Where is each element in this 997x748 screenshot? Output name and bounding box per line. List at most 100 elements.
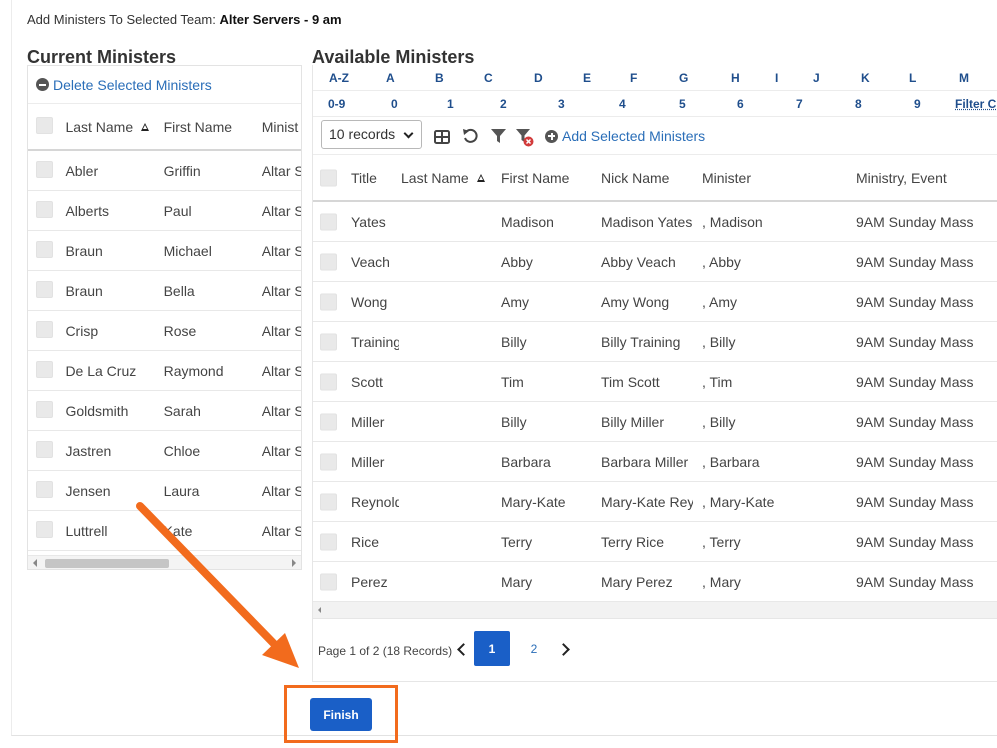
cell-minister: , Terry — [702, 534, 842, 550]
numeric-filter-5[interactable]: 5 — [679, 97, 686, 111]
table-row[interactable]: Yates Madison Madison Yates , Madison 9AM Su… — [313, 202, 997, 242]
column-first-name[interactable]: First Name — [501, 170, 599, 186]
column-last-name[interactable]: Last Name — [65, 119, 163, 135]
row-checkbox[interactable] — [36, 521, 53, 538]
numeric-filter-3[interactable]: 3 — [558, 97, 565, 111]
table-row[interactable]: Jastren Chloe Altar S — [28, 431, 301, 471]
alpha-filter-d[interactable]: D — [534, 71, 543, 85]
table-row[interactable]: Miller Billy Billy Miller , Billy 9AM Sunday… — [313, 402, 997, 442]
alpha-filter-m[interactable]: M — [959, 71, 969, 85]
row-checkbox[interactable] — [320, 213, 337, 230]
horizontal-scrollbar[interactable] — [313, 602, 997, 619]
alpha-filter-f[interactable]: F — [630, 71, 637, 85]
cell-title: Reynolds — [351, 494, 399, 510]
numeric-filter-0-9[interactable]: 0-9 — [328, 97, 345, 111]
row-checkbox[interactable] — [36, 441, 53, 458]
row-checkbox[interactable] — [36, 401, 53, 418]
column-minister[interactable]: Minister — [702, 170, 842, 186]
column-first-name[interactable]: First Name — [164, 119, 262, 135]
scroll-left-arrow[interactable] — [33, 559, 37, 567]
row-checkbox[interactable] — [320, 493, 337, 510]
table-row[interactable]: Braun Bella Altar S — [28, 271, 301, 311]
records-per-page-select[interactable]: 10 records — [321, 120, 422, 149]
table-row[interactable]: Miller Barbara Barbara Miller , Barbara 9AM … — [313, 442, 997, 482]
table-row[interactable]: Jensen Laura Altar S — [28, 471, 301, 511]
table-row[interactable]: Reynolds Mary-Kate Mary-Kate Reynolds , Mar… — [313, 482, 997, 522]
row-checkbox[interactable] — [320, 253, 337, 270]
filter-icon[interactable] — [491, 129, 506, 144]
column-ministry[interactable]: Minist — [262, 119, 301, 135]
alpha-filter-b[interactable]: B — [435, 71, 444, 85]
grid-icon[interactable] — [434, 130, 450, 144]
chevron-right-icon[interactable] — [557, 643, 570, 656]
numeric-filter-4[interactable]: 4 — [619, 97, 626, 111]
alpha-filter-e[interactable]: E — [583, 71, 591, 85]
alpha-filter-g[interactable]: G — [679, 71, 688, 85]
row-checkbox[interactable] — [36, 201, 53, 218]
cell-minister: , Tim — [702, 374, 842, 390]
chevron-down-icon — [404, 129, 414, 139]
delete-selected-button[interactable]: Delete Selected Ministers — [28, 66, 301, 104]
undo-icon[interactable] — [462, 128, 478, 144]
page-1-button[interactable]: 1 — [474, 631, 510, 666]
row-checkbox[interactable] — [320, 293, 337, 310]
filter-clear-link[interactable]: Filter C — [955, 97, 996, 111]
select-all-available-checkbox[interactable] — [320, 169, 337, 186]
row-checkbox[interactable] — [320, 533, 337, 550]
numeric-filter-2[interactable]: 2 — [500, 97, 507, 111]
add-selected-button[interactable]: Add Selected Ministers — [545, 128, 705, 144]
table-row[interactable]: Rice Terry Terry Rice , Terry 9AM Sunday Mas… — [313, 522, 997, 562]
row-checkbox[interactable] — [320, 573, 337, 590]
column-nick-name[interactable]: Nick Name — [601, 170, 693, 186]
numeric-filter-8[interactable]: 8 — [855, 97, 862, 111]
select-all-checkbox[interactable] — [36, 117, 53, 134]
table-row[interactable]: Scott Tim Tim Scott , Tim 9AM Sunday Mass — [313, 362, 997, 402]
numeric-filter-0[interactable]: 0 — [391, 97, 398, 111]
numeric-filter-1[interactable]: 1 — [447, 97, 454, 111]
row-checkbox[interactable] — [36, 241, 53, 258]
numeric-filter-6[interactable]: 6 — [737, 97, 744, 111]
table-row[interactable]: De La Cruz Raymond Altar S — [28, 351, 301, 391]
cell-first-name: Billy — [501, 414, 599, 430]
table-row[interactable]: Training Billy Billy Training , Billy 9AM Su… — [313, 322, 997, 362]
table-row[interactable]: Goldsmith Sarah Altar S — [28, 391, 301, 431]
numeric-filter-7[interactable]: 7 — [796, 97, 803, 111]
row-checkbox[interactable] — [36, 161, 53, 178]
table-row[interactable]: Abler Griffin Altar S — [28, 151, 301, 191]
table-row[interactable]: Braun Michael Altar S — [28, 231, 301, 271]
column-last-name[interactable]: Last Name — [401, 170, 499, 186]
chevron-left-icon[interactable] — [457, 643, 470, 656]
table-row[interactable]: Veach Abby Abby Veach , Abby 9AM Sunday Mass — [313, 242, 997, 282]
column-title[interactable]: Title — [351, 170, 399, 186]
page-2-button[interactable]: 2 — [523, 631, 545, 666]
scroll-right-arrow[interactable] — [292, 559, 296, 567]
clear-filter-icon[interactable] — [516, 129, 534, 147]
scroll-thumb[interactable] — [45, 559, 169, 568]
scroll-left-arrow[interactable] — [318, 607, 321, 613]
row-checkbox[interactable] — [36, 281, 53, 298]
table-row[interactable]: Wong Amy Amy Wong , Amy 9AM Sunday Mass — [313, 282, 997, 322]
table-row[interactable]: Crisp Rose Altar S — [28, 311, 301, 351]
column-ministry-event[interactable]: Ministry, Event — [856, 170, 996, 186]
alpha-filter-l[interactable]: L — [909, 71, 916, 85]
alpha-filter-i[interactable]: I — [775, 71, 778, 85]
row-checkbox[interactable] — [36, 361, 53, 378]
numeric-filter-9[interactable]: 9 — [914, 97, 921, 111]
row-checkbox[interactable] — [320, 373, 337, 390]
row-checkbox[interactable] — [320, 333, 337, 350]
table-row[interactable]: Alberts Paul Altar S — [28, 191, 301, 231]
alpha-filter-a[interactable]: A — [386, 71, 395, 85]
row-checkbox[interactable] — [320, 453, 337, 470]
row-checkbox[interactable] — [36, 481, 53, 498]
alpha-filter-j[interactable]: J — [813, 71, 820, 85]
horizontal-scrollbar[interactable] — [28, 555, 301, 569]
table-row[interactable]: Perez Mary Mary Perez , Mary 9AM Sunday Mass — [313, 562, 997, 602]
alpha-filter-a-z[interactable]: A-Z — [329, 71, 349, 85]
table-row[interactable]: Luttrell Kate Altar S — [28, 511, 301, 551]
alpha-filter-c[interactable]: C — [484, 71, 493, 85]
row-checkbox[interactable] — [36, 321, 53, 338]
row-checkbox[interactable] — [320, 413, 337, 430]
cell-minister: , Mary-Kate — [702, 494, 842, 510]
alpha-filter-k[interactable]: K — [861, 71, 870, 85]
alpha-filter-h[interactable]: H — [731, 71, 740, 85]
